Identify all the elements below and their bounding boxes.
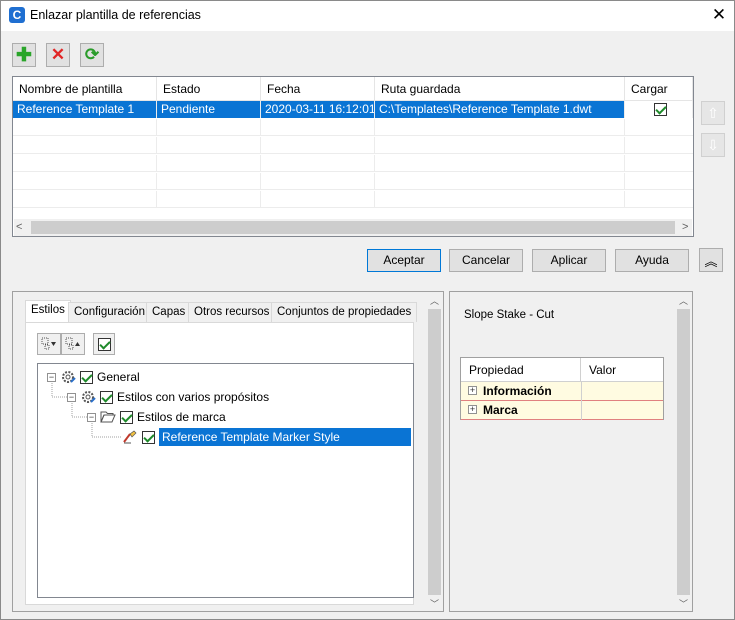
arrow-up-icon: ⇧ xyxy=(707,104,719,121)
prop-header-property: Propiedad xyxy=(461,358,581,382)
tab-capas[interactable]: Capas xyxy=(146,302,192,322)
scroll-right-arrow-icon[interactable]: > xyxy=(682,219,688,236)
collapse-toggle-icon[interactable]: − xyxy=(47,372,56,382)
marker-style-icon xyxy=(123,430,137,444)
tree-node-label: Estilos con varios propósitos xyxy=(117,390,270,404)
move-up-button[interactable]: ⇧ xyxy=(701,101,725,125)
vertical-scroll-thumb[interactable] xyxy=(677,309,690,595)
checkbox-icon xyxy=(97,337,111,351)
scroll-left-arrow-icon[interactable]: < xyxy=(16,219,22,236)
tab-otros-recursos[interactable]: Otros recursos xyxy=(188,302,276,322)
scroll-up-arrow-icon[interactable]: ︿ xyxy=(430,294,439,307)
collapse-tree-button[interactable] xyxy=(61,333,85,355)
cell-load xyxy=(625,101,693,118)
node-checkbox[interactable] xyxy=(100,390,113,404)
prop-row-marca[interactable]: + Marca xyxy=(461,401,663,420)
accept-button[interactable]: Aceptar xyxy=(367,249,441,272)
load-checkbox[interactable] xyxy=(654,103,667,116)
scroll-down-arrow-icon[interactable]: ﹀ xyxy=(430,597,439,610)
expand-toggle-icon[interactable]: + xyxy=(468,386,477,395)
tab-estilos[interactable]: Estilos xyxy=(25,300,71,323)
table-row-empty xyxy=(13,137,693,154)
remove-template-button[interactable]: ✕ xyxy=(46,43,70,67)
column-header-load[interactable]: Cargar xyxy=(625,77,693,101)
scroll-up-arrow-icon[interactable]: ︿ xyxy=(679,294,688,307)
table-row-empty xyxy=(13,191,693,208)
cell-path: C:\Templates\Reference Template 1.dwt xyxy=(375,101,625,118)
gear-icon xyxy=(62,371,76,383)
right-panel-vertical-scrollbar[interactable]: ︿ ﹀ xyxy=(675,292,692,611)
collapse-tree-icon xyxy=(65,337,80,350)
window-title: Enlazar plantilla de referencias xyxy=(30,8,201,22)
properties-panel xyxy=(449,291,693,612)
tree-node-label: Estilos de marca xyxy=(137,410,226,424)
cell-name: Reference Template 1 xyxy=(13,101,157,118)
double-chevron-up-icon: ︽ xyxy=(704,253,718,269)
tree-node-label: General xyxy=(97,370,140,384)
horizontal-scroll-thumb[interactable] xyxy=(31,221,675,234)
column-header-name[interactable]: Nombre de plantilla xyxy=(13,77,157,101)
left-panel-vertical-scrollbar[interactable]: ︿ ﹀ xyxy=(426,292,443,611)
add-template-button[interactable]: ✚ xyxy=(12,43,36,67)
gear-icon xyxy=(82,391,96,403)
cell-date: 2020-03-11 16:12:01 xyxy=(261,101,375,118)
tree-node-label: Reference Template Marker Style xyxy=(159,428,411,446)
table-row-empty xyxy=(13,173,693,190)
arrow-down-icon: ⇩ xyxy=(707,136,719,153)
cancel-button[interactable]: Cancelar xyxy=(449,249,523,272)
table-row[interactable]: Reference Template 1 Pendiente 2020-03-1… xyxy=(13,101,693,118)
column-header-date[interactable]: Fecha xyxy=(261,77,375,101)
selected-style-name: Slope Stake - Cut xyxy=(464,309,555,321)
node-checkbox[interactable] xyxy=(80,370,93,384)
prop-label: Información xyxy=(483,384,552,398)
refresh-button[interactable]: ⟳ xyxy=(80,43,104,67)
expand-toggle-icon[interactable]: + xyxy=(468,405,477,414)
table-row-empty xyxy=(13,155,693,172)
refresh-icon: ⟳ xyxy=(84,45,100,64)
vertical-scroll-thumb[interactable] xyxy=(428,309,441,595)
template-grid[interactable]: Nombre de plantilla Estado Fecha Ruta gu… xyxy=(12,76,694,237)
tree-node-general[interactable]: − General xyxy=(47,368,140,386)
prop-header-value: Valor xyxy=(581,358,663,382)
collapse-toggle-icon[interactable]: − xyxy=(87,412,96,422)
column-divider xyxy=(581,401,582,420)
prop-row-informacion[interactable]: + Información xyxy=(461,382,663,401)
node-checkbox[interactable] xyxy=(142,430,155,444)
expand-tree-icon xyxy=(41,337,56,350)
close-button[interactable]: ✕ xyxy=(706,3,732,27)
property-grid[interactable]: Propiedad Valor + Información + Marca xyxy=(460,357,664,420)
style-tree[interactable]: − General − Estilos con varios propósito… xyxy=(37,363,414,598)
tree-node-marker-styles[interactable]: − Estilos de marca xyxy=(87,408,226,426)
collapse-button[interactable]: ︽ xyxy=(699,248,723,272)
tree-node-reference-marker-style[interactable]: Reference Template Marker Style xyxy=(122,428,411,446)
tab-conjuntos-propiedades[interactable]: Conjuntos de propiedades xyxy=(271,302,418,322)
prop-label: Marca xyxy=(483,403,518,417)
table-row-empty xyxy=(13,119,693,136)
tree-node-multipurpose-styles[interactable]: − Estilos con varios propósitos xyxy=(67,388,269,406)
folder-open-icon xyxy=(100,411,116,423)
help-button[interactable]: Ayuda xyxy=(615,249,689,272)
move-down-button[interactable]: ⇩ xyxy=(701,133,725,157)
check-all-button[interactable] xyxy=(93,333,115,355)
apply-button[interactable]: Aplicar xyxy=(532,249,606,272)
expand-tree-button[interactable] xyxy=(37,333,61,355)
delete-x-icon: ✕ xyxy=(50,45,66,64)
collapse-toggle-icon[interactable]: − xyxy=(67,392,76,402)
column-divider xyxy=(581,382,582,401)
horizontal-scrollbar[interactable]: < > xyxy=(14,219,692,236)
cell-status: Pendiente xyxy=(157,101,261,118)
node-checkbox[interactable] xyxy=(120,410,133,424)
app-logo-icon: C xyxy=(9,7,25,23)
tab-configuracion[interactable]: Configuración xyxy=(68,302,151,322)
scroll-down-arrow-icon[interactable]: ﹀ xyxy=(679,597,688,610)
plus-icon: ✚ xyxy=(16,44,32,66)
column-header-path[interactable]: Ruta guardada xyxy=(375,77,625,101)
column-header-status[interactable]: Estado xyxy=(157,77,261,101)
